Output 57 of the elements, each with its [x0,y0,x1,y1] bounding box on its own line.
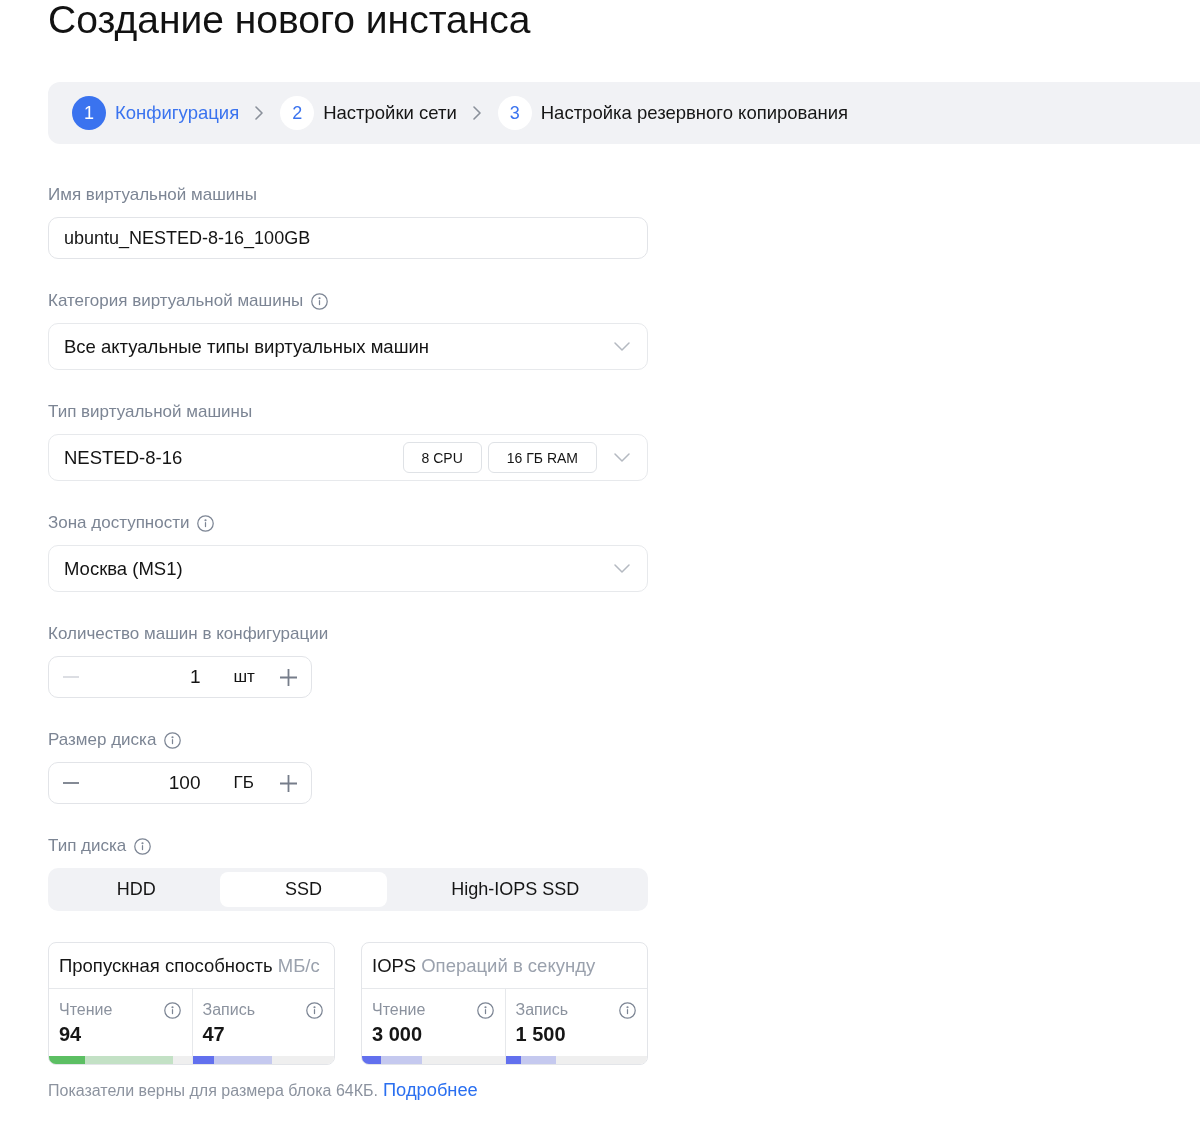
info-icon [163,1001,181,1019]
metric-label: Запись [202,1001,255,1019]
chevron-down-icon [614,564,630,573]
metric-title: Пропускная способность [59,954,273,977]
minus-icon [62,676,79,678]
metric-label: Запись [515,1001,568,1019]
segment-option[interactable]: HDD [52,872,221,907]
field-label: Тип виртуальной машины [48,402,253,422]
field-label: Количество машин в конфигурации [48,624,329,644]
footnote-text: Показатели верны для размера блока 64КБ. [48,1082,378,1100]
dropdown-value: NESTED-8-16 [64,446,184,469]
field-label: Тип диска [48,836,127,856]
step-number: 3 [497,96,532,130]
step-tab[interactable]: 2 Настройки сети [280,96,457,130]
metric-value: 47 [202,1023,225,1045]
plus-icon [279,668,297,686]
metric-label: Чтение [372,1001,426,1019]
step-tab[interactable]: 1 Конфигурация [72,96,240,130]
spec-tag: 8 CPU [402,442,482,473]
step-tab[interactable]: 3 Настройка резервного копирования [497,96,849,130]
info-icon [476,1001,494,1019]
segment-option[interactable]: High-IOPS SSD [386,872,644,907]
number-input[interactable]: 100 [82,772,201,794]
info-icon [619,1001,636,1019]
chevron-down-icon [614,342,630,351]
field-label: Размер диска [48,730,157,750]
metric-unit: Операций в секунду [421,954,596,977]
metric-title: IOPS [372,954,417,977]
minus-icon [62,782,79,784]
more-link[interactable]: Подробнее [383,1079,478,1101]
metric-value: 94 [59,1023,82,1045]
metric-label: Чтение [59,1001,113,1019]
field-label: Имя виртуальной машины [48,185,257,205]
number-input[interactable]: 1 [82,666,201,688]
chevron-down-icon [614,453,630,462]
segment-option[interactable]: SSD [220,872,387,907]
step-number: 1 [72,96,106,130]
chevron-right-icon [255,106,264,120]
step-number: 2 [280,96,315,130]
metric-value: 3 000 [372,1023,423,1045]
dropdown-value: Все актуальные типы виртуальных машин [64,335,431,358]
dropdown[interactable]: NESTED-8-16 8 CPU 16 ГБ RAM [48,434,648,481]
field-label: Категория виртуальной машины [48,291,304,311]
info-icon [306,1001,323,1019]
field-label: Зона доступности [48,513,190,533]
spec-tag: 16 ГБ RAM [487,442,597,473]
unit-label: ГБ [232,773,255,793]
unit-label: шт [232,667,256,687]
chevron-right-icon [472,106,481,120]
dropdown[interactable]: Все актуальные типы виртуальных машин [48,323,648,370]
name-input[interactable]: ubuntu_NESTED-8-16_100GB [48,217,648,259]
dropdown-value: Москва (MS1) [64,557,184,580]
metric-unit: МБ/с [277,954,320,977]
dropdown[interactable]: Москва (MS1) [48,545,648,592]
metric-value: 1 500 [515,1023,566,1045]
plus-icon [279,774,297,792]
page-title: Создание нового инстанса [48,0,531,40]
